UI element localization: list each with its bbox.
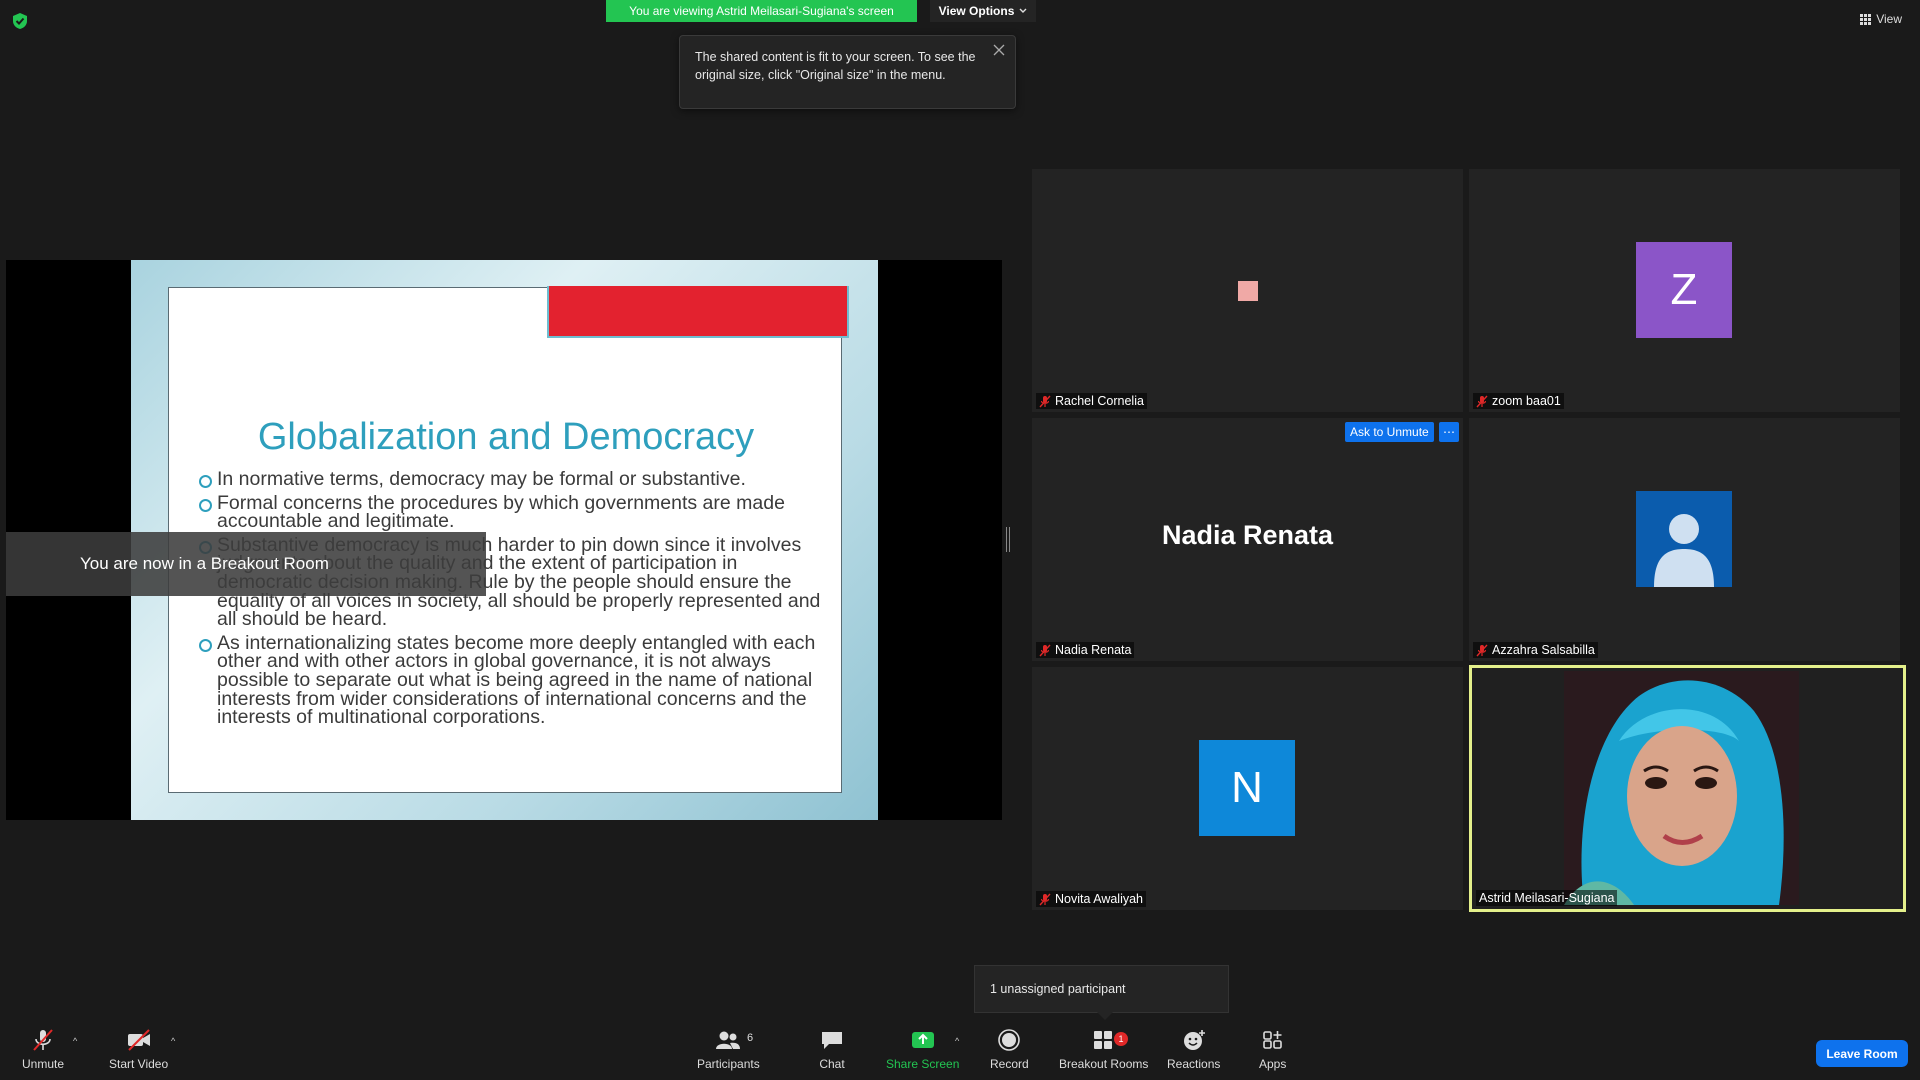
video-options-caret[interactable]: ^: [171, 1036, 175, 1046]
breakout-notification-badge: 1: [1114, 1032, 1128, 1046]
apps-icon: [1262, 1031, 1282, 1049]
fit-to-screen-tooltip: The shared content is fit to your screen…: [679, 35, 1016, 109]
tooltip-text: The shared content is fit to your screen…: [695, 50, 976, 82]
participant-name: Azzahra Salsabilla: [1492, 643, 1595, 657]
participant-name: Astrid Meilasari-Sugiana: [1479, 891, 1615, 905]
participants-icon: [716, 1031, 741, 1049]
muted-mic-icon: [1039, 395, 1051, 407]
reactions-icon: [1183, 1030, 1205, 1050]
more-options-button[interactable]: ⋯: [1439, 422, 1459, 442]
view-options-label: View Options: [938, 4, 1015, 18]
active-speaker-tile[interactable]: Astrid Meilasari-Sugiana: [1469, 665, 1906, 912]
video-off-icon: [127, 1029, 150, 1051]
chat-label: Chat: [819, 1057, 845, 1071]
avatar-initial: Z: [1670, 265, 1698, 314]
participant-name-label: Rachel Cornelia: [1036, 393, 1147, 409]
apps-button[interactable]: Apps: [1259, 1028, 1286, 1071]
leave-room-button[interactable]: Leave Room: [1816, 1040, 1908, 1067]
participant-name-label: Novita Awaliyah: [1036, 891, 1147, 907]
resize-divider-handle[interactable]: [1006, 527, 1010, 552]
microphone-muted-icon: [33, 1029, 53, 1051]
close-icon[interactable]: [991, 42, 1007, 58]
breakout-rooms-icon: [1093, 1031, 1112, 1049]
ask-to-unmute-button[interactable]: Ask to Unmute: [1345, 422, 1434, 442]
participant-tile[interactable]: N Novita Awaliyah: [1032, 667, 1463, 910]
avatar-initial: N: [1231, 763, 1263, 812]
slide-bullet: As internationalizing states become more…: [199, 633, 829, 727]
default-avatar-icon: [1636, 491, 1732, 587]
reactions-label: Reactions: [1167, 1057, 1221, 1071]
unmute-button[interactable]: Unmute: [22, 1028, 64, 1071]
shared-screen: Globalization and Democracy In normative…: [6, 260, 1002, 820]
breakout-rooms-button[interactable]: Breakout Rooms: [1059, 1028, 1148, 1071]
unassigned-text: 1 unassigned participant: [990, 982, 1126, 996]
participant-tile[interactable]: Z zoom baa01: [1469, 169, 1900, 412]
participant-display-name: Nadia Renata: [1161, 520, 1334, 550]
participant-name-label: Azzahra Salsabilla: [1473, 642, 1598, 658]
record-button[interactable]: Record: [990, 1028, 1029, 1071]
apps-label: Apps: [1259, 1057, 1287, 1071]
record-label: Record: [990, 1057, 1029, 1071]
share-screen-button[interactable]: Share Screen: [886, 1028, 959, 1071]
participant-tile[interactable]: Ask to Unmute ⋯ Nadia Renata Nadia Renat…: [1032, 418, 1463, 661]
slide-red-banner: [547, 286, 849, 338]
participant-video: [1564, 671, 1799, 905]
participants-count: 6: [747, 1032, 754, 1044]
slide-bullet: Formal concerns the procedures by which …: [199, 493, 829, 531]
participant-name: zoom baa01: [1492, 394, 1561, 408]
participant-name: Rachel Cornelia: [1055, 394, 1144, 408]
muted-mic-icon: [1039, 644, 1051, 656]
share-options-caret[interactable]: ^: [955, 1036, 959, 1046]
muted-mic-icon: [1039, 893, 1051, 905]
participant-name-label: zoom baa01: [1473, 393, 1564, 409]
participant-name-label: Astrid Meilasari-Sugiana: [1476, 890, 1618, 906]
view-label: View: [1876, 12, 1902, 26]
participants-label: Participants: [697, 1057, 760, 1071]
unmute-label: Unmute: [22, 1057, 65, 1071]
breakout-rooms-label: Breakout Rooms: [1059, 1057, 1149, 1071]
security-shield-icon[interactable]: [12, 12, 28, 30]
view-layout-button[interactable]: View: [1860, 12, 1902, 26]
muted-mic-icon: [1476, 644, 1488, 656]
chevron-down-icon: [1019, 8, 1027, 13]
participant-name: Novita Awaliyah: [1055, 892, 1144, 906]
grid-icon: [1860, 13, 1872, 25]
start-video-label: Start Video: [109, 1057, 169, 1071]
screen-share-banner: You are viewing Astrid Meilasari-Sugiana…: [606, 0, 917, 22]
reactions-button[interactable]: Reactions: [1167, 1028, 1220, 1071]
share-screen-icon: [911, 1032, 934, 1048]
share-screen-label: Share Screen: [886, 1057, 960, 1071]
breakout-room-notification: You are now in a Breakout Room: [6, 532, 486, 596]
start-video-button[interactable]: Start Video: [109, 1028, 168, 1071]
view-options-button[interactable]: View Options: [930, 0, 1036, 22]
chat-icon: [822, 1032, 842, 1049]
avatar: N: [1199, 740, 1295, 836]
audio-options-caret[interactable]: ^: [73, 1036, 77, 1046]
chat-button[interactable]: Chat: [819, 1028, 845, 1071]
participant-tile[interactable]: Azzahra Salsabilla: [1469, 418, 1900, 661]
slide-bullet-list: In normative terms, democracy may be for…: [199, 469, 829, 732]
participant-name: Nadia Renata: [1055, 643, 1132, 657]
slide-bullet: In normative terms, democracy may be for…: [199, 469, 829, 489]
record-icon: [998, 1029, 1021, 1051]
muted-mic-icon: [1476, 395, 1488, 407]
slide-title: Globalization and Democracy: [257, 416, 755, 458]
camera-off-placeholder: [1238, 281, 1258, 301]
participant-tile[interactable]: Rachel Cornelia: [1032, 169, 1463, 412]
avatar: Z: [1636, 242, 1732, 338]
unassigned-participant-popup[interactable]: 1 unassigned participant: [974, 965, 1229, 1020]
meeting-toolbar: Unmute ^ Start Video ^ Participants 6 Ch…: [0, 1020, 1920, 1080]
participant-name-label: Nadia Renata: [1036, 642, 1135, 658]
